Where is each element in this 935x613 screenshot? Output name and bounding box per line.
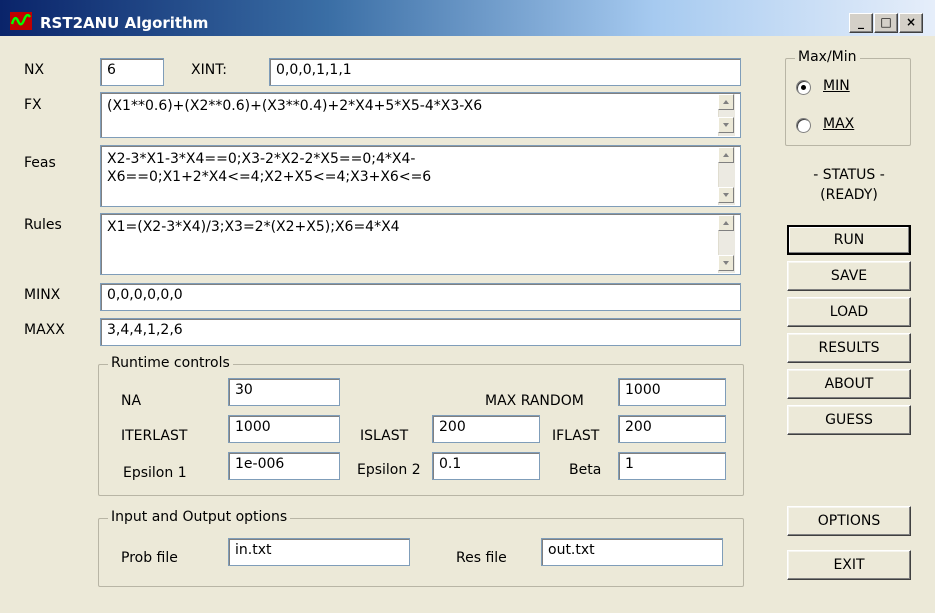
close-button[interactable]: × — [899, 13, 923, 33]
min-radio[interactable] — [796, 80, 811, 95]
min-radio-label[interactable]: MIN — [823, 78, 850, 94]
nx-label: NX — [24, 62, 45, 78]
fx-scroll-down-icon[interactable] — [718, 117, 734, 133]
rules-scroll-down-icon[interactable] — [718, 255, 734, 271]
prob-file-input[interactable]: in.txt — [228, 538, 410, 566]
epsilon1-input[interactable]: 1e-006 — [228, 452, 340, 480]
xint-label: XINT: — [191, 62, 227, 78]
iflast-label: IFLAST — [552, 428, 600, 444]
save-button[interactable]: SAVE — [787, 261, 911, 291]
max-random-input[interactable]: 1000 — [618, 378, 726, 406]
guess-button[interactable]: GUESS — [787, 405, 911, 435]
load-button[interactable]: LOAD — [787, 297, 911, 327]
res-file-label: Res file — [456, 550, 507, 566]
options-button[interactable]: OPTIONS — [787, 506, 911, 536]
status-heading: - STATUS - — [813, 167, 885, 183]
rules-textarea[interactable]: X1=(X2-3*X4)/3;X3=2*(X2+X5);X6=4*X4 — [100, 213, 741, 275]
feas-scroll-down-icon[interactable] — [718, 187, 734, 203]
app-icon — [10, 12, 32, 30]
feas-textarea[interactable]: X2-3*X1-3*X4==0;X3-2*X2-2*X5==0;4*X4-X6=… — [100, 145, 741, 207]
fx-label: FX — [24, 97, 42, 113]
minx-input[interactable]: 0,0,0,0,0,0 — [100, 283, 741, 311]
beta-input[interactable]: 1 — [618, 452, 726, 480]
fx-textarea[interactable]: (X1**0.6)+(X2**0.6)+(X3**0.4)+2*X4+5*X5-… — [100, 92, 741, 138]
islast-label: ISLAST — [360, 428, 409, 444]
exit-button[interactable]: EXIT — [787, 550, 911, 580]
max-random-label: MAX RANDOM — [485, 393, 584, 409]
fx-scroll-up-icon[interactable] — [718, 94, 734, 110]
epsilon2-label: Epsilon 2 — [357, 462, 421, 478]
islast-input[interactable]: 200 — [432, 415, 540, 443]
prob-file-label: Prob file — [121, 550, 178, 566]
maxx-label: MAXX — [24, 322, 65, 338]
maximize-button[interactable]: □ — [874, 13, 898, 33]
rules-label: Rules — [24, 217, 62, 233]
max-radio[interactable] — [796, 118, 811, 133]
minimize-button[interactable]: _ — [849, 13, 873, 33]
feas-label: Feas — [24, 155, 56, 171]
maxx-input[interactable]: 3,4,4,1,2,6 — [100, 318, 741, 346]
results-button[interactable]: RESULTS — [787, 333, 911, 363]
rules-scroll-up-icon[interactable] — [718, 215, 734, 231]
max-radio-label[interactable]: MAX — [823, 116, 854, 132]
io-options-title: Input and Output options — [108, 509, 291, 525]
minx-label: MINX — [24, 287, 61, 303]
nx-input[interactable]: 6 — [100, 58, 164, 86]
feas-scroll-up-icon[interactable] — [718, 147, 734, 163]
about-button[interactable]: ABOUT — [787, 369, 911, 399]
res-file-input[interactable]: out.txt — [541, 538, 723, 566]
epsilon1-label: Epsilon 1 — [123, 465, 187, 481]
na-input[interactable]: 30 — [228, 378, 340, 406]
status-value: (READY) — [820, 187, 878, 203]
max-min-title: Max/Min — [795, 49, 860, 65]
iterlast-label: ITERLAST — [121, 428, 188, 444]
runtime-controls-title: Runtime controls — [108, 355, 233, 371]
iterlast-input[interactable]: 1000 — [228, 415, 340, 443]
na-label: NA — [121, 393, 142, 409]
beta-label: Beta — [569, 462, 602, 478]
xint-input[interactable]: 0,0,0,1,1,1 — [269, 58, 741, 86]
iflast-input[interactable]: 200 — [618, 415, 726, 443]
window-title: RST2ANU Algorithm — [40, 14, 209, 32]
run-button[interactable]: RUN — [787, 225, 911, 255]
epsilon2-input[interactable]: 0.1 — [432, 452, 540, 480]
